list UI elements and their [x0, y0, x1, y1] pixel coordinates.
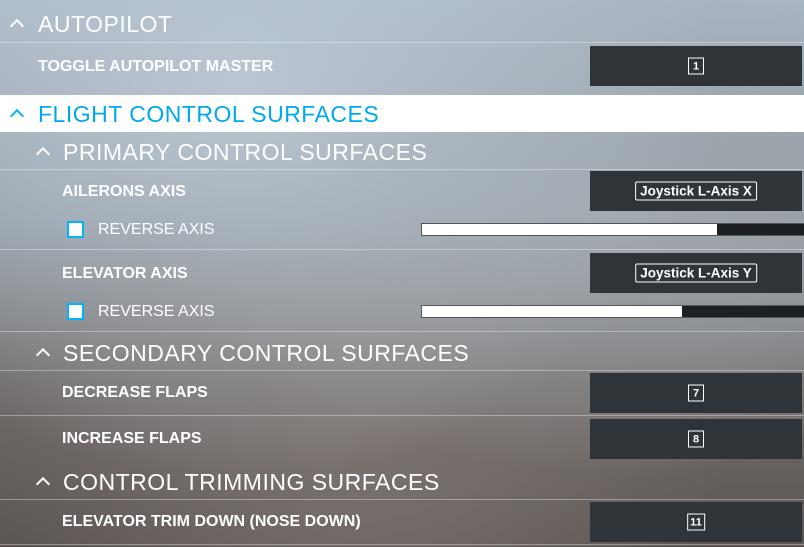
key-binding-slot[interactable]: 7 — [590, 373, 802, 413]
key-cap: 7 — [688, 384, 704, 402]
axis-binding-slot[interactable]: Joystick L-Axis Y — [590, 253, 802, 293]
binding-label: INCREASE FLAPS — [62, 430, 202, 447]
binding-label: DECREASE FLAPS — [62, 384, 208, 401]
key-cap: 11 — [687, 513, 705, 531]
axis-input-level — [422, 224, 717, 235]
binding-row-elevator[interactable]: ELEVATOR AXIS Joystick L-Axis Y — [0, 253, 804, 295]
subsection-title-secondary: SECONDARY CONTROL SURFACES — [63, 340, 470, 366]
binding-label: TOGGLE AUTOPILOT MASTER — [38, 58, 274, 75]
chevron-up-icon — [35, 476, 51, 492]
binding-label: AILERONS AXIS — [62, 183, 186, 200]
section-autopilot[interactable]: AUTOPILOT — [0, 0, 804, 43]
subsection-title-trimming: CONTROL TRIMMING SURFACES — [63, 469, 440, 495]
key-binding-slot[interactable]: 11 — [590, 502, 802, 542]
axis-input-meter — [421, 223, 804, 236]
key-binding-slot[interactable]: 1 — [590, 46, 802, 86]
key-cap: 1 — [688, 57, 704, 75]
section-flight-control[interactable]: FLIGHT CONTROL SURFACES — [0, 95, 804, 132]
subsection-title-primary: PRIMARY CONTROL SURFACES — [63, 139, 428, 165]
subsection-trimming[interactable]: CONTROL TRIMMING SURFACES — [0, 462, 804, 500]
binding-label: ELEVATOR TRIM DOWN (NOSE DOWN) — [62, 513, 361, 530]
subsection-primary[interactable]: PRIMARY CONTROL SURFACES — [0, 132, 804, 170]
key-cap: 8 — [688, 430, 704, 448]
subsection-secondary[interactable]: SECONDARY CONTROL SURFACES — [0, 333, 804, 371]
chevron-up-icon — [35, 146, 51, 162]
binding-row-increase-flaps[interactable]: INCREASE FLAPS 8 — [0, 418, 804, 461]
axis-binding-label: Joystick L-Axis Y — [635, 263, 757, 283]
axis-binding-label: Joystick L-Axis X — [635, 181, 757, 201]
binding-label: ELEVATOR AXIS — [62, 265, 188, 282]
reverse-axis-row-ailerons: REVERSE AXIS — [0, 213, 804, 250]
reverse-axis-checkbox[interactable] — [67, 303, 84, 320]
key-binding-slot[interactable]: 8 — [590, 419, 802, 459]
section-title-flight-control: FLIGHT CONTROL SURFACES — [38, 101, 380, 127]
reverse-axis-checkbox[interactable] — [67, 221, 84, 238]
axis-input-meter — [421, 305, 804, 318]
binding-row-toggle-autopilot[interactable]: TOGGLE AUTOPILOT MASTER 1 — [0, 45, 804, 88]
reverse-axis-row-elevator: REVERSE AXIS — [0, 295, 804, 332]
reverse-axis-label: REVERSE AXIS — [98, 221, 215, 238]
reverse-axis-label: REVERSE AXIS — [98, 303, 215, 320]
axis-binding-slot[interactable]: Joystick L-Axis X — [590, 171, 802, 211]
binding-row-decrease-flaps[interactable]: DECREASE FLAPS 7 — [0, 372, 804, 416]
section-title-autopilot: AUTOPILOT — [38, 11, 173, 37]
binding-row-ailerons[interactable]: AILERONS AXIS Joystick L-Axis X — [0, 171, 804, 213]
binding-row-elevator-trim-down[interactable]: ELEVATOR TRIM DOWN (NOSE DOWN) 11 — [0, 501, 804, 545]
chevron-up-icon — [9, 108, 25, 124]
chevron-up-icon — [35, 347, 51, 363]
axis-input-level — [422, 306, 683, 317]
chevron-up-icon — [9, 18, 25, 34]
